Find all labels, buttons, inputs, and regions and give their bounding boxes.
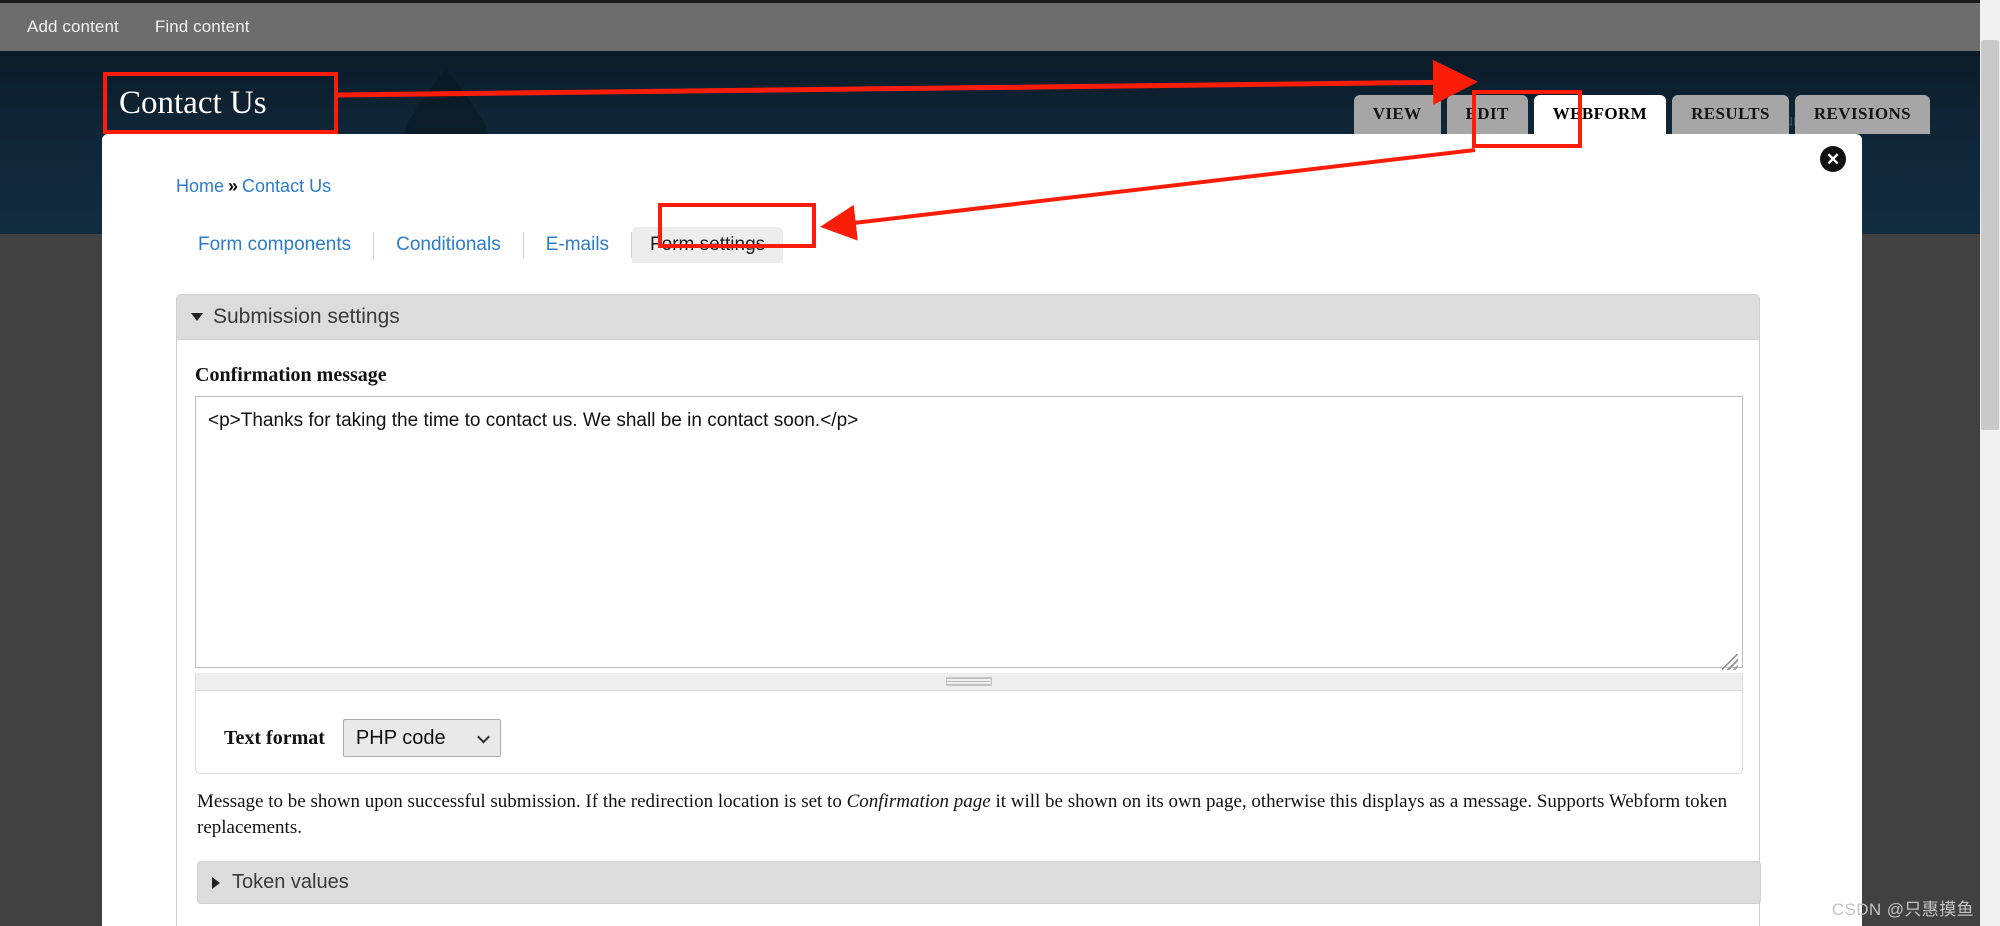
subtab-emails[interactable]: E-mails xyxy=(524,228,631,262)
breadcrumb-separator: » xyxy=(228,176,239,196)
subtab-form-settings[interactable]: Form settings xyxy=(632,227,784,263)
text-format-label: Text format xyxy=(224,726,325,749)
text-format-wrapper: Text format PHP code xyxy=(195,691,1743,774)
confirmation-message-label: Confirmation message xyxy=(195,364,387,386)
tab-results[interactable]: RESULTS xyxy=(1672,95,1789,134)
admin-toolbar: Add content Find content xyxy=(0,0,1980,51)
tab-edit[interactable]: EDIT xyxy=(1446,95,1528,134)
subtab-conditionals[interactable]: Conditionals xyxy=(374,228,523,262)
grippie-lines-icon xyxy=(946,677,992,686)
confirmation-message-description: Message to be shown upon successful subm… xyxy=(197,789,1767,841)
subtab-form-components[interactable]: Form components xyxy=(176,228,373,262)
submission-settings-legend-label: Submission settings xyxy=(213,305,400,328)
tab-revisions[interactable]: REVISIONS xyxy=(1794,95,1930,134)
chevron-down-icon xyxy=(191,313,203,321)
toolbar-find-content[interactable]: Find content xyxy=(155,17,250,37)
token-values-fieldset[interactable]: Token values xyxy=(197,861,1761,905)
page-title: Contact Us xyxy=(119,84,267,121)
toolbar-add-content[interactable]: Add content xyxy=(27,17,119,37)
confirmation-message-textarea[interactable]: <p>Thanks for taking the time to contact… xyxy=(195,396,1743,668)
watermark: CSDN @只惠摸鱼 xyxy=(1831,900,1974,919)
secondary-tabs: Form components Conditionals E-mails For… xyxy=(176,224,784,266)
tab-webform[interactable]: WEBFORM xyxy=(1533,95,1667,134)
description-part-1: Message to be shown upon successful subm… xyxy=(197,791,847,812)
breadcrumb-home[interactable]: Home xyxy=(176,176,224,196)
chevron-right-icon xyxy=(212,876,220,889)
scrollbar-thumb[interactable] xyxy=(1981,40,1999,430)
screen-root: Add content Find content DC-8 My account… xyxy=(0,0,2000,926)
text-format-select-wrap: PHP code xyxy=(342,719,501,757)
primary-tabs: VIEW EDIT WEBFORM RESULTS REVISIONS xyxy=(1353,95,1930,134)
token-values-label: Token values xyxy=(232,871,349,894)
content-panel: ✕ Home» Contact Us Form components Condit… xyxy=(102,134,1862,926)
submission-settings-legend[interactable]: Submission settings xyxy=(177,295,1759,340)
vertical-scrollbar[interactable] xyxy=(1980,0,2000,926)
confirmation-textarea-wrapper: <p>Thanks for taking the time to contact… xyxy=(195,396,1743,673)
breadcrumb: Home» Contact Us xyxy=(176,176,331,197)
submission-settings-body: Confirmation message <p>Thanks for takin… xyxy=(177,340,1761,926)
close-icon[interactable]: ✕ xyxy=(1820,146,1846,172)
textarea-grippie[interactable] xyxy=(195,673,1743,691)
text-format-select[interactable]: PHP code xyxy=(342,719,501,757)
submission-settings-fieldset: Submission settings Confirmation message… xyxy=(176,294,1761,926)
tab-view[interactable]: VIEW xyxy=(1353,95,1441,134)
breadcrumb-current[interactable]: Contact Us xyxy=(242,176,331,196)
description-emphasis: Confirmation page xyxy=(846,791,991,812)
